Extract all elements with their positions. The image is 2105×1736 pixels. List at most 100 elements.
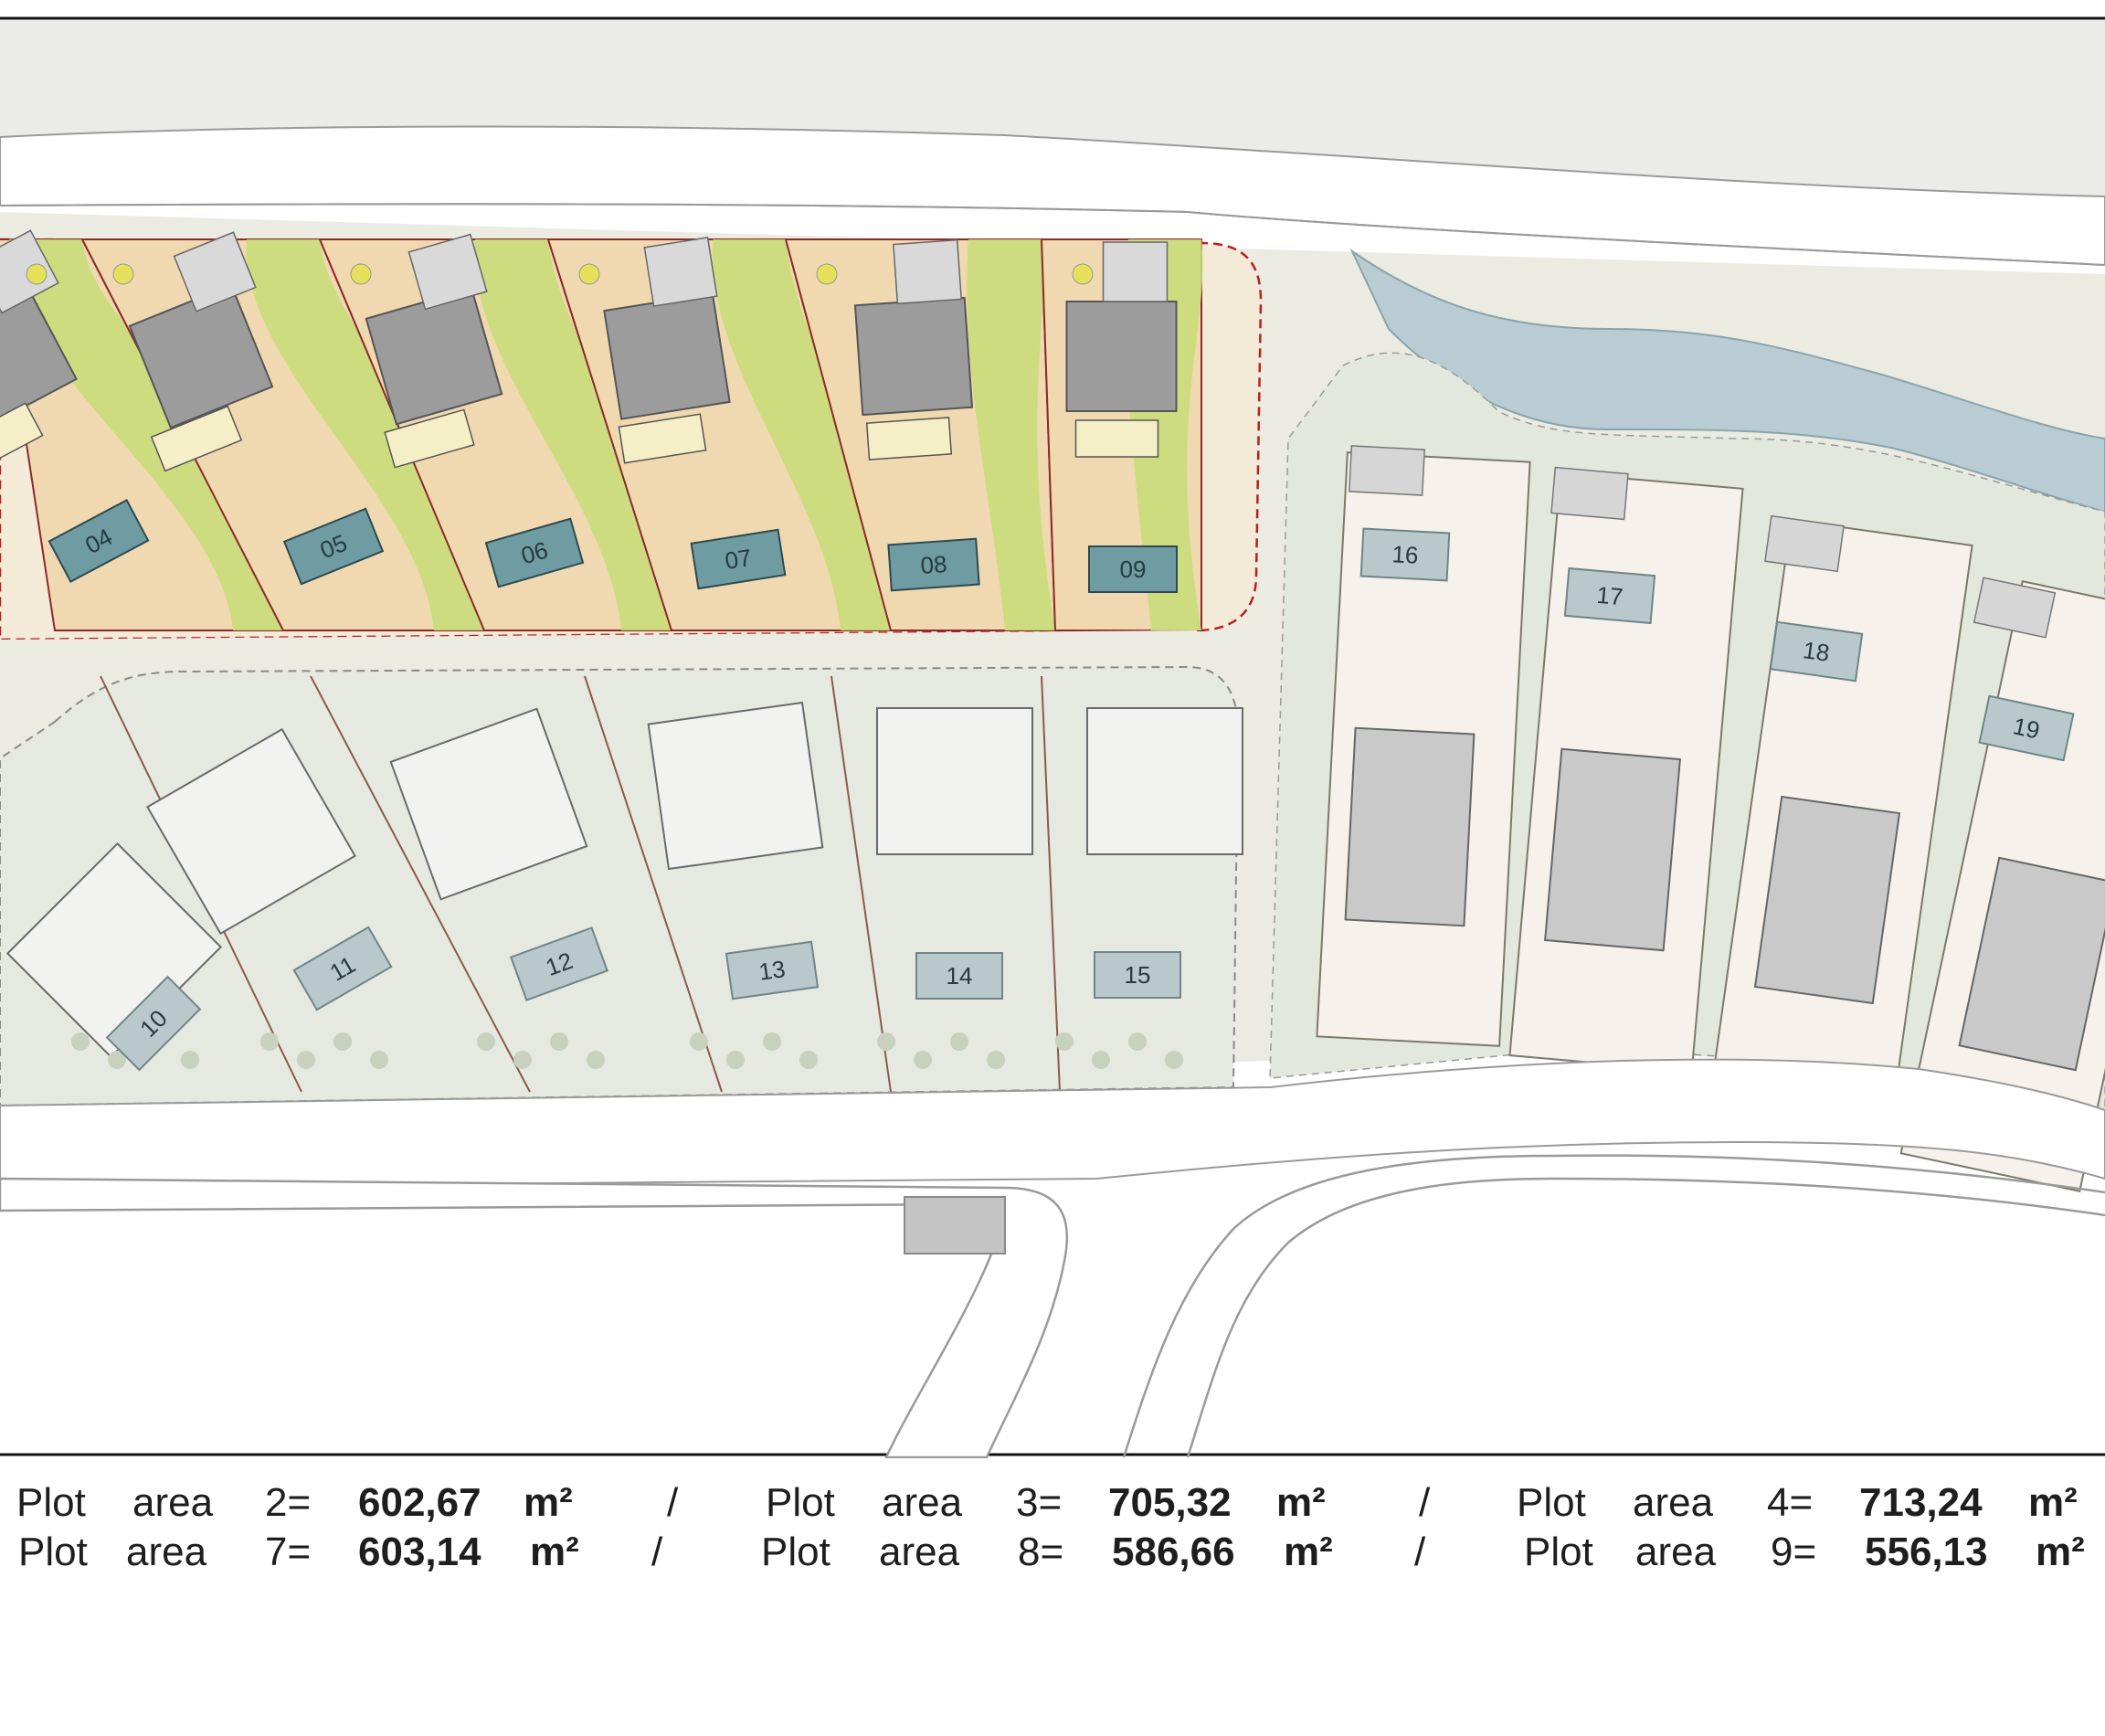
shrub-icon xyxy=(1055,1032,1074,1051)
shrub-icon xyxy=(877,1032,895,1051)
lower-block-boundary xyxy=(0,665,1240,1107)
terrace xyxy=(865,417,953,460)
legend-word: area xyxy=(1633,1480,1714,1525)
legend-number: 8= xyxy=(1018,1530,1064,1574)
shrub-icon xyxy=(799,1051,818,1069)
legend-number: 2= xyxy=(265,1480,312,1525)
shrub-icon xyxy=(690,1032,708,1051)
carport xyxy=(893,238,963,305)
shrub-icon xyxy=(914,1051,932,1069)
shrub-icon xyxy=(370,1051,388,1069)
carport xyxy=(1102,241,1169,302)
plot-number-label: 18 xyxy=(1802,636,1832,667)
legend-value: 556,13 xyxy=(1865,1530,1988,1574)
shrub-icon xyxy=(763,1032,781,1051)
legend-row-1: Plot area 2= 602,67 m² / Plot area 3= 70… xyxy=(0,1480,2105,1528)
plot-pool: 09 xyxy=(1088,545,1178,593)
legend-separator: / xyxy=(1419,1480,1431,1525)
house-roof xyxy=(1753,795,1901,1005)
plot-16[interactable]: 16 xyxy=(1316,445,1531,1047)
legend-word: area xyxy=(1635,1530,1717,1574)
shrub-icon xyxy=(987,1051,1005,1069)
plot-number-label: 19 xyxy=(2011,712,2043,744)
garage xyxy=(1764,514,1845,573)
shrub-icon xyxy=(71,1032,90,1051)
small-building xyxy=(904,1196,1006,1254)
legend-unit: m² xyxy=(2028,1480,2078,1525)
legend-unit: m² xyxy=(1284,1530,1333,1574)
legend-number: 9= xyxy=(1771,1530,1817,1574)
plot-pool: 08 xyxy=(887,537,980,592)
legend-unit: m² xyxy=(524,1480,573,1525)
plot-number-label: 08 xyxy=(920,550,948,579)
plot-number-label: 16 xyxy=(1391,540,1419,568)
plot-number-label: 14 xyxy=(947,962,973,990)
shrub-icon xyxy=(726,1051,745,1069)
legend-prefix: Plot xyxy=(1517,1480,1586,1525)
legend-word: area xyxy=(879,1530,960,1574)
legend-separator: / xyxy=(1414,1530,1426,1574)
legend-number: 3= xyxy=(1016,1480,1063,1525)
tree-icon xyxy=(26,263,48,285)
plot-pool: 16 xyxy=(1359,527,1451,582)
legend-value: 602,67 xyxy=(358,1480,481,1525)
site-plan: 04 05 06 07 08 09 1011 12 13 14 15 16171819 xyxy=(0,0,2105,1458)
house-roof xyxy=(853,296,974,417)
legend-word: area xyxy=(126,1530,207,1574)
tree-icon xyxy=(1072,263,1094,285)
shrub-icon xyxy=(550,1032,568,1051)
legend-separator: / xyxy=(667,1480,679,1525)
shrub-icon xyxy=(181,1051,199,1069)
legend-word: area xyxy=(882,1480,963,1525)
plot-number-label: 07 xyxy=(723,544,753,575)
legend-prefix: Plot xyxy=(1524,1530,1593,1574)
legend-prefix: Plot xyxy=(761,1530,830,1574)
garage xyxy=(1348,445,1426,496)
legend-value: 713,24 xyxy=(1859,1480,1983,1525)
legend-prefix: Plot xyxy=(16,1480,86,1525)
house-roof xyxy=(1344,726,1476,927)
plot-number-label: 09 xyxy=(1120,556,1147,583)
shrub-icon xyxy=(297,1051,315,1069)
shrub-icon xyxy=(950,1032,968,1051)
plot-number-label: 17 xyxy=(1595,581,1624,610)
legend-number: 4= xyxy=(1767,1480,1814,1525)
legend-prefix: Plot xyxy=(766,1480,835,1525)
legend-number: 7= xyxy=(265,1530,312,1574)
plot-pool: 17 xyxy=(1563,566,1656,625)
legend-prefix: Plot xyxy=(18,1530,88,1574)
shrub-icon xyxy=(260,1032,279,1051)
tree-icon xyxy=(350,263,372,285)
shrub-icon xyxy=(333,1032,352,1051)
plot-09[interactable]: 09 xyxy=(1040,238,1203,631)
house-outline xyxy=(647,701,824,871)
plot-pool: 14 xyxy=(915,952,1003,1000)
house-roof xyxy=(1544,747,1681,952)
legend-row-2: Plot area 7= 603,14 m² / Plot area 8= 58… xyxy=(0,1530,2105,1577)
plot-number-label: 15 xyxy=(1125,961,1151,989)
upper-plots-group: 04 05 06 07 08 09 xyxy=(0,229,1203,631)
shrub-icon xyxy=(1165,1051,1183,1069)
shrub-icon xyxy=(477,1032,495,1051)
house-outline xyxy=(1086,707,1243,855)
legend-unit: m² xyxy=(1276,1480,1326,1525)
tree-icon xyxy=(816,263,838,285)
shrub-icon xyxy=(1092,1051,1110,1069)
shrub-icon xyxy=(513,1051,532,1069)
legend-value: 603,14 xyxy=(358,1530,481,1574)
shrub-icon xyxy=(587,1051,605,1069)
legend-unit: m² xyxy=(2036,1530,2085,1574)
plot-area-legend: Plot area 2= 602,67 m² / Plot area 3= 70… xyxy=(0,1462,2105,1574)
shrub-icon xyxy=(1128,1032,1147,1051)
tree-icon xyxy=(112,263,134,285)
tree-icon xyxy=(578,263,600,285)
legend-value: 705,32 xyxy=(1108,1480,1232,1525)
carport xyxy=(643,237,718,307)
house-roof xyxy=(603,292,731,420)
legend-separator: / xyxy=(651,1530,663,1574)
plot-pool: 15 xyxy=(1094,951,1181,999)
plot-number-label: 13 xyxy=(757,955,788,986)
legend-word: area xyxy=(132,1480,214,1525)
garage xyxy=(1550,466,1629,521)
house-outline xyxy=(876,707,1033,855)
